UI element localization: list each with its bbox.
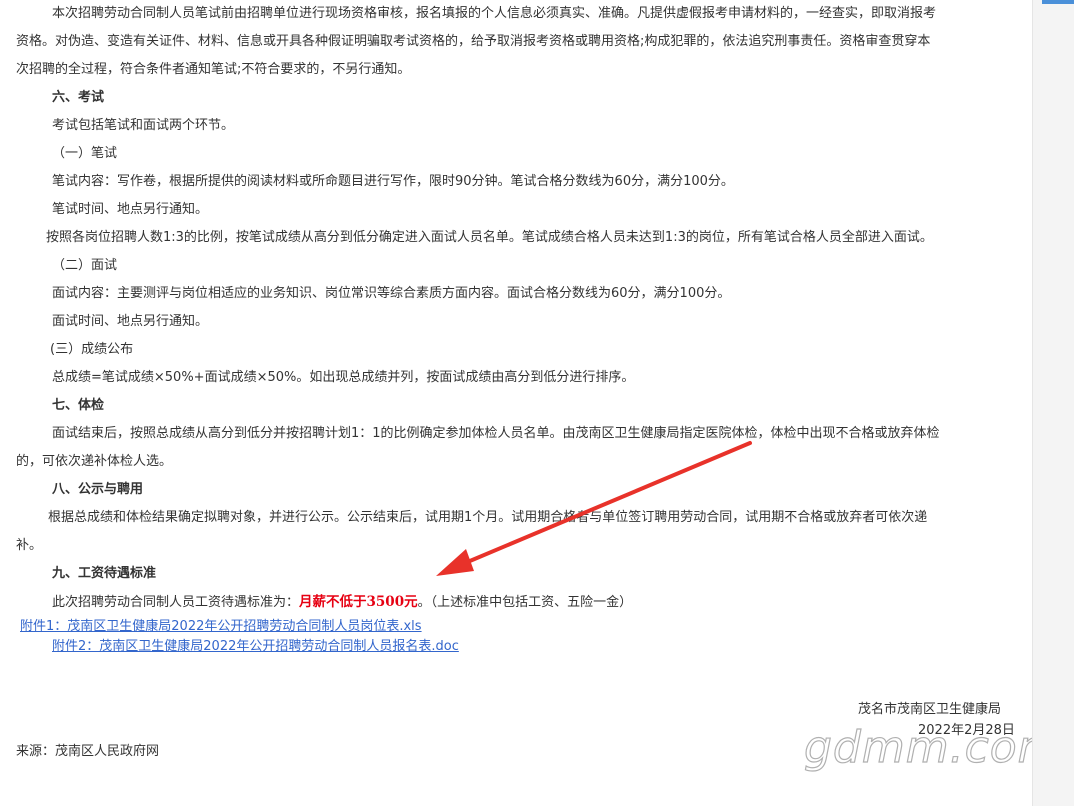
qualification-paragraph-line-1: 本次招聘劳动合同制人员笔试前由招聘单位进行现场资格审核，报名填报的个人信息必须真…: [52, 6, 937, 21]
physical-paragraph-line-1: 面试结束后，按照总成绩从高分到低分并按招聘计划1：1的比例确定参加体检人员名单。…: [52, 426, 940, 441]
attachment-link-2[interactable]: 附件2：茂南区卫生健康局2022年公开招聘劳动合同制人员报名表.doc: [52, 637, 459, 657]
footer-organization: 茂名市茂南区卫生健康局: [858, 702, 1002, 717]
score-title: (三）成绩公布: [50, 342, 134, 357]
right-side-panel: [1032, 0, 1074, 806]
side-panel-accent-bar: [1042, 0, 1074, 4]
hiring-paragraph-line-2: 补。: [16, 538, 43, 553]
salary-paragraph: 此次招聘劳动合同制人员工资待遇标准为：月薪不低于3500元。（上述标准中包括工资…: [52, 592, 632, 613]
section-heading-physical: 七、体检: [52, 398, 105, 413]
written-exam-content: 笔试内容：写作卷，根据所提供的阅读材料或所命题目进行写作，限时90分钟。笔试合格…: [52, 174, 734, 189]
salary-prefix: 此次招聘劳动合同制人员工资待遇标准为：: [52, 595, 300, 610]
footer-source: 来源：茂南区人民政府网: [16, 744, 160, 759]
interview-title: （二）面试: [52, 258, 118, 273]
attachment-link-1[interactable]: 附件1：茂南区卫生健康局2022年公开招聘劳动合同制人员岗位表.xls: [20, 617, 422, 637]
interview-time: 面试时间、地点另行通知。: [52, 314, 209, 329]
qualification-paragraph-line-3: 次招聘的全过程，符合条件者通知笔试;不符合要求的，不另行通知。: [16, 62, 411, 77]
exam-intro: 考试包括笔试和面试两个环节。: [52, 118, 235, 133]
salary-highlight: 月薪不低于3500元: [299, 594, 418, 610]
footer-date: 2022年2月28日: [918, 723, 1015, 738]
article-body: 本次招聘劳动合同制人员笔试前由招聘单位进行现场资格审核，报名填报的个人信息必须真…: [0, 0, 1032, 806]
physical-paragraph-line-2: 的，可依次递补体检人选。: [16, 454, 173, 469]
hiring-paragraph-line-1: 根据总成绩和体检结果确定拟聘对象，并进行公示。公示结束后，试用期1个月。试用期合…: [48, 510, 928, 525]
section-heading-exam: 六、考试: [52, 90, 105, 105]
section-heading-hiring: 八、公示与聘用: [52, 482, 144, 497]
qualification-paragraph-line-2: 资格。对伪造、变造有关证件、材料、信息或开具各种假证明骗取考试资格的，给予取消报…: [16, 34, 931, 49]
written-exam-time: 笔试时间、地点另行通知。: [52, 202, 209, 217]
section-heading-salary: 九、工资待遇标准: [52, 566, 157, 581]
written-exam-ratio: 按照各岗位招聘人数1:3的比例，按笔试成绩从高分到低分确定进入面试人员名单。笔试…: [46, 230, 933, 245]
interview-content: 面试内容：主要测评与岗位相适应的业务知识、岗位常识等综合素质方面内容。面试合格分…: [52, 286, 731, 301]
salary-suffix: 。（上述标准中包括工资、五险一金）: [417, 595, 633, 610]
written-exam-title: （一）笔试: [52, 146, 118, 161]
score-content: 总成绩=笔试成绩×50%+面试成绩×50%。如出现总成绩并列，按面试成绩由高分到…: [52, 370, 635, 385]
